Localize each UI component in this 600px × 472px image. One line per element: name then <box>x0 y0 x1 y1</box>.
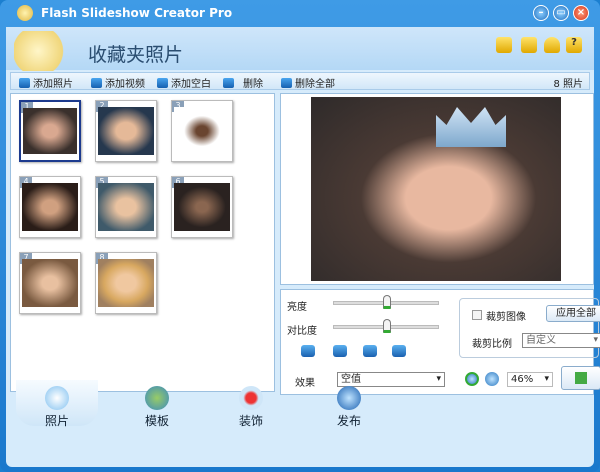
maximize-button[interactable]: ▭ <box>553 5 569 21</box>
app-logo-icon <box>17 5 33 21</box>
thumbnail[interactable]: 5 <box>95 176 157 238</box>
thumbnail[interactable]: 4 <box>19 176 81 238</box>
rotate-left-icon[interactable] <box>301 345 315 357</box>
preview-panel <box>280 93 594 285</box>
add-video-button[interactable]: 添加视频 <box>91 75 145 90</box>
delete-button[interactable]: 删除 <box>223 75 263 90</box>
crop-group: 裁剪图像 应用全部 裁剪比例 自定义 <box>459 298 600 358</box>
tab-decorations[interactable]: 装饰 <box>216 386 286 429</box>
clover-logo-icon <box>14 31 74 71</box>
user-icon[interactable] <box>544 37 560 53</box>
crop-checkbox[interactable] <box>472 310 482 320</box>
apply-all-button[interactable]: 应用全部 <box>546 305 600 322</box>
rotate-right-icon[interactable] <box>333 345 347 357</box>
photo-count: 8 照片 <box>553 79 583 90</box>
contrast-handle[interactable] <box>383 319 391 333</box>
bottom-tabs: 照片 模板 装饰 发布 <box>6 380 594 440</box>
add-blank-button[interactable]: 添加空白 <box>157 75 211 90</box>
globe-icon <box>337 386 361 410</box>
delete-icon <box>223 77 234 88</box>
crop-ratio-value: 自定义 <box>526 335 556 346</box>
thumbnail[interactable]: 3 <box>171 100 233 162</box>
tab-label: 装饰 <box>238 414 263 428</box>
add-video-icon <box>91 77 102 88</box>
help-icon[interactable]: ? <box>566 37 582 53</box>
close-button[interactable]: × <box>573 5 589 21</box>
crown-graphic <box>436 107 506 147</box>
toolbar: 添加照片 添加视频 添加空白 删除 删除全部 8 照片 <box>10 72 590 90</box>
page-title: 收藏夹照片 <box>88 44 184 66</box>
thumbnail[interactable]: 6 <box>171 176 233 238</box>
thumbnail[interactable]: 2 <box>95 100 157 162</box>
crop-label: 裁剪图像 <box>486 312 526 323</box>
delete-all-label: 删除全部 <box>295 79 335 90</box>
save-icon[interactable] <box>521 37 537 53</box>
photo-list: 1 2 3 4 5 6 7 8 <box>10 93 275 392</box>
add-video-label: 添加视频 <box>105 79 145 90</box>
add-blank-icon <box>157 77 168 88</box>
tab-templates[interactable]: 模板 <box>122 386 192 429</box>
heart-icon <box>239 386 263 410</box>
thumbnail[interactable]: 7 <box>19 252 81 314</box>
tab-label: 照片 <box>44 414 69 428</box>
add-blank-label: 添加空白 <box>171 79 211 90</box>
tab-publish[interactable]: 发布 <box>314 386 384 429</box>
add-photo-icon <box>19 77 30 88</box>
app-window: Flash Slideshow Creator Pro – ▭ × 收藏夹照片 … <box>0 0 600 472</box>
header: 收藏夹照片 ? <box>6 27 594 71</box>
window-title: Flash Slideshow Creator Pro <box>41 6 233 20</box>
tab-photos[interactable]: 照片 <box>16 380 98 428</box>
add-photo-label: 添加照片 <box>33 79 73 90</box>
tab-label: 发布 <box>336 414 361 428</box>
folder-icon[interactable] <box>496 37 512 53</box>
brightness-label: 亮度 <box>287 302 307 313</box>
delete-all-button[interactable]: 删除全部 <box>281 75 335 90</box>
flip-horizontal-icon[interactable] <box>363 345 377 357</box>
contrast-label: 对比度 <box>287 326 317 337</box>
delete-all-icon <box>281 77 292 88</box>
crop-ratio-label: 裁剪比例 <box>472 339 512 350</box>
flip-vertical-icon[interactable] <box>392 345 406 357</box>
brightness-slider[interactable] <box>333 295 439 309</box>
crop-ratio-select[interactable]: 自定义 <box>522 333 600 348</box>
brightness-handle[interactable] <box>383 295 391 309</box>
tab-label: 模板 <box>144 414 169 428</box>
add-photo-button[interactable]: 添加照片 <box>19 75 73 90</box>
delete-label: 删除 <box>243 79 263 90</box>
minimize-button[interactable]: – <box>533 5 549 21</box>
thumbnail[interactable]: 8 <box>95 252 157 314</box>
contrast-slider[interactable] <box>333 319 439 333</box>
thumbnail[interactable]: 1 <box>19 100 81 162</box>
title-bar: Flash Slideshow Creator Pro – ▭ × <box>0 0 600 26</box>
photos-icon <box>45 386 69 410</box>
photo-preview <box>311 97 561 281</box>
templates-icon <box>145 386 169 410</box>
